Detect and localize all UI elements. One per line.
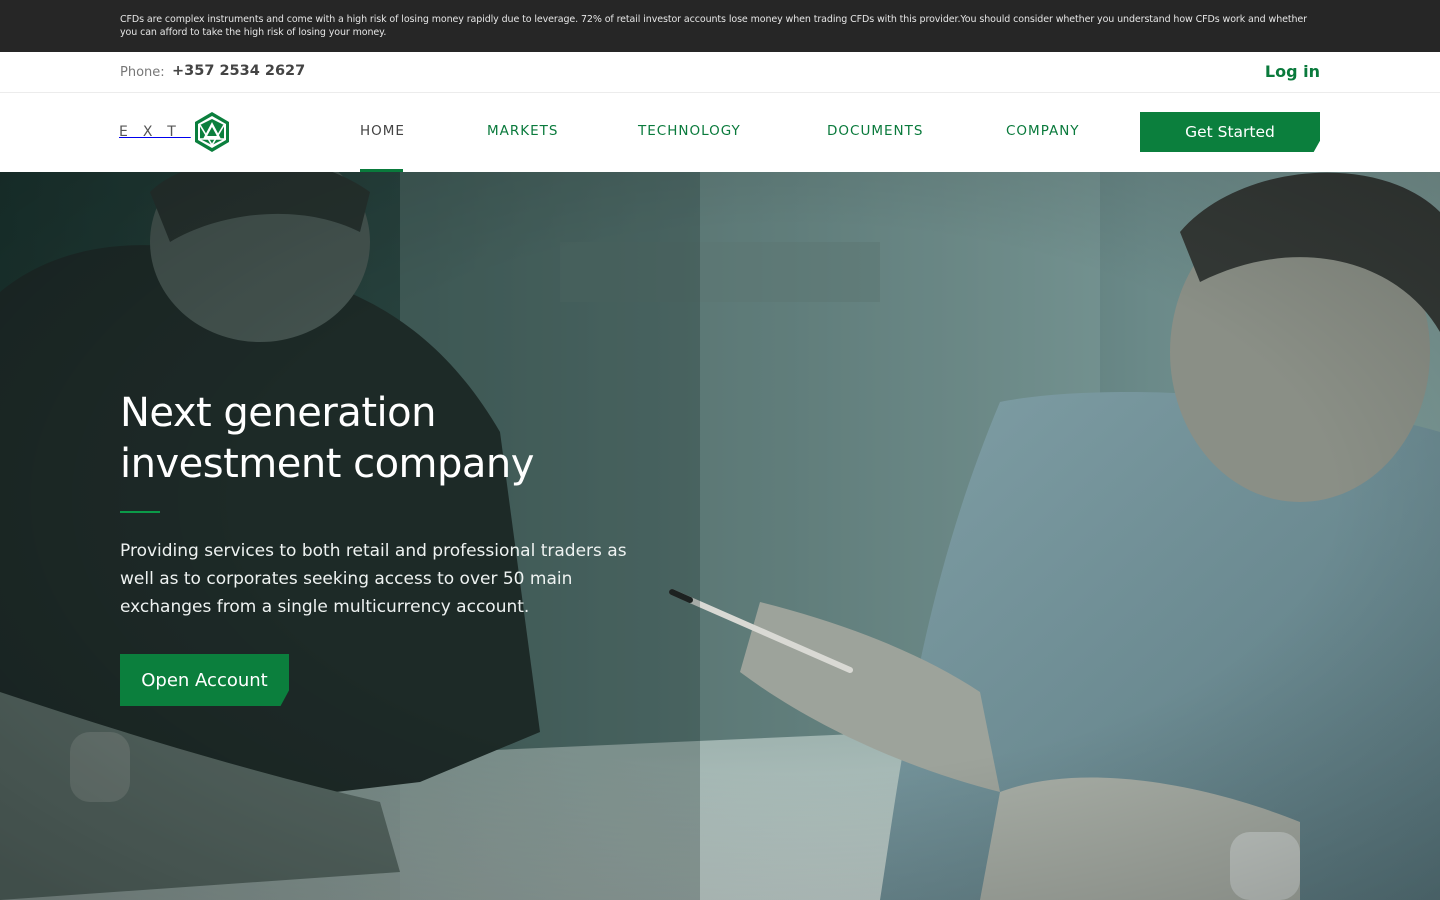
- main-nav: EXT HOME MARKETS TECHNOLOGY DOCUMENTS CO…: [0, 93, 1440, 172]
- hero-background-photo: [0, 172, 1440, 900]
- hero-title: Next generation investment company: [120, 388, 640, 490]
- hero-title-line-1: Next generation: [120, 390, 436, 436]
- nav-item-company[interactable]: COMPANY: [1006, 123, 1080, 139]
- nav-item-technology[interactable]: TECHNOLOGY: [638, 123, 741, 139]
- hero-section: Next generation investment company Provi…: [0, 172, 1440, 900]
- phone-label: Phone:: [120, 65, 165, 80]
- brand-logo[interactable]: EXT: [119, 111, 231, 153]
- open-account-button[interactable]: Open Account: [120, 654, 289, 706]
- contact-bar: Phone: +357 2534 2627 Log in: [0, 52, 1440, 93]
- hero-divider: [120, 511, 160, 513]
- phone-number-link[interactable]: +357 2534 2627: [172, 63, 305, 79]
- hexagon-triangle-logo-icon: [194, 112, 229, 152]
- nav-item-documents[interactable]: DOCUMENTS: [827, 123, 923, 139]
- risk-warning-bar: CFDs are complex instruments and come wi…: [0, 0, 1440, 52]
- risk-warning-text: CFDs are complex instruments and come wi…: [120, 14, 1307, 38]
- get-started-button[interactable]: Get Started: [1140, 112, 1320, 152]
- login-link[interactable]: Log in: [1265, 62, 1320, 81]
- logo-text: EXT: [119, 124, 191, 140]
- nav-item-home[interactable]: HOME: [360, 123, 405, 139]
- nav-item-markets[interactable]: MARKETS: [487, 123, 558, 139]
- hero-description: Providing services to both retail and pr…: [120, 541, 627, 617]
- hero-title-line-2: investment company: [120, 441, 534, 487]
